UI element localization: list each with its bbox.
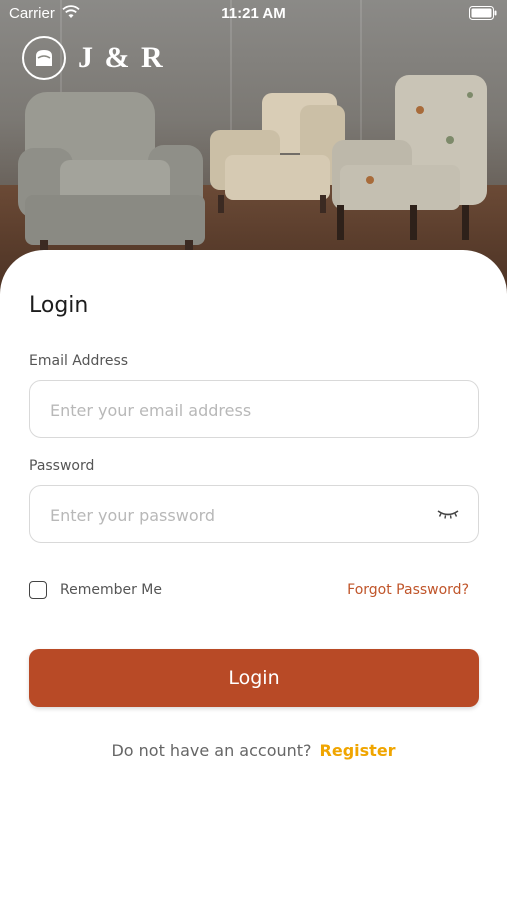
email-input[interactable]	[48, 381, 422, 439]
remember-me[interactable]: Remember Me	[29, 581, 162, 599]
brand-name: J & R	[78, 41, 165, 74]
eye-closed-icon[interactable]	[436, 506, 460, 525]
email-field[interactable]	[29, 380, 479, 439]
password-input[interactable]	[48, 486, 422, 544]
battery-icon	[469, 6, 497, 24]
remember-me-label: Remember Me	[60, 582, 162, 598]
login-button[interactable]: Login	[29, 649, 479, 707]
register-link[interactable]: Register	[320, 741, 396, 760]
email-label: Email Address	[29, 353, 129, 369]
status-time: 11:21 AM	[221, 5, 286, 22]
forgot-password-link[interactable]: Forgot Password?	[347, 582, 469, 598]
password-label: Password	[29, 458, 95, 474]
brand-logo: J & R	[22, 36, 165, 80]
remember-me-checkbox[interactable]	[29, 581, 47, 599]
login-card: Login Email Address Password Remember Me…	[0, 250, 507, 900]
chair-emblem-icon	[22, 36, 66, 80]
no-account-text: Do not have an account?	[111, 741, 312, 760]
register-prompt: Do not have an account? Register	[0, 741, 507, 760]
password-field[interactable]	[29, 485, 479, 544]
page-title: Login	[29, 293, 89, 318]
status-bar: Carrier 11:21 AM	[0, 0, 507, 28]
